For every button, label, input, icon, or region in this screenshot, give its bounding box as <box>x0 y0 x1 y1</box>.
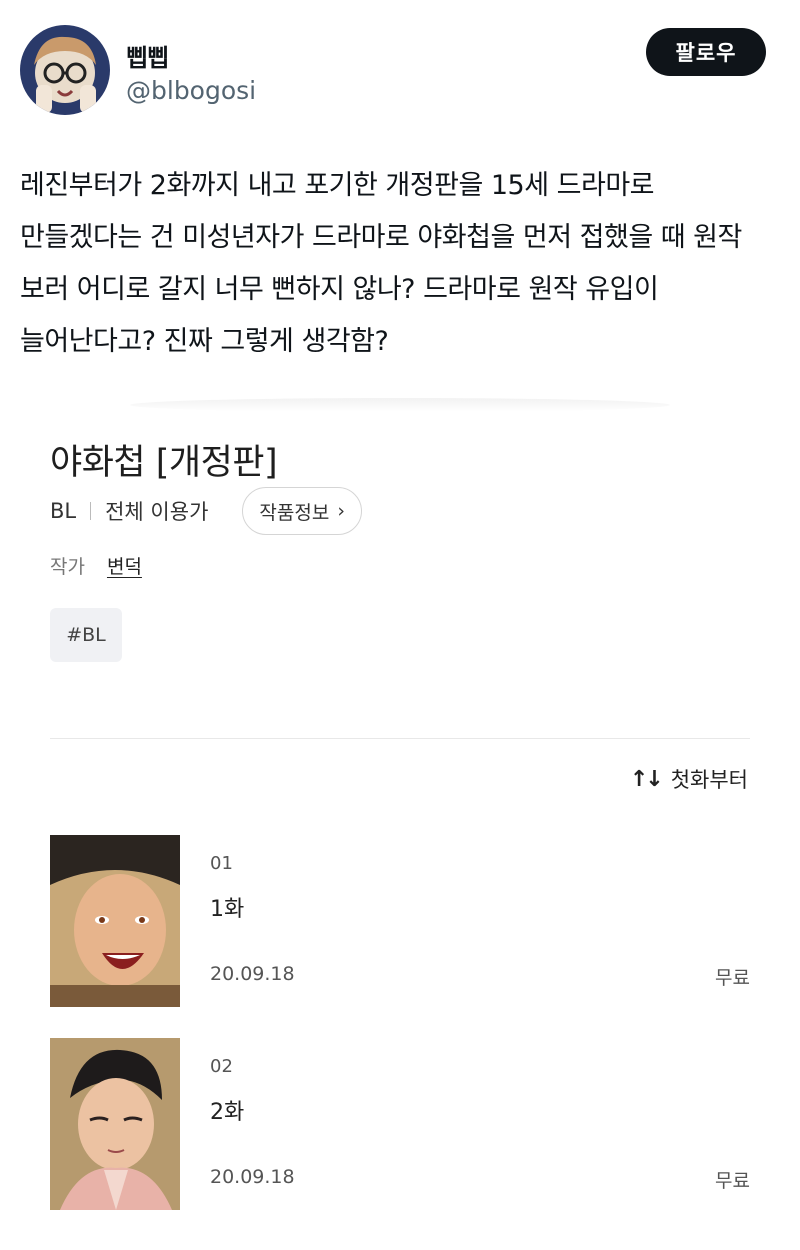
display-name[interactable]: 삡삡 <box>126 38 169 73</box>
episode-thumbnail <box>50 835 180 1007</box>
episode-price: 무료 <box>715 967 750 989</box>
episode-number: 02 <box>210 1056 233 1077</box>
episode-title: 1화 <box>210 897 245 922</box>
genre-label: BL <box>50 499 77 523</box>
episode-item[interactable]: 02 2화 20.09.18 무료 <box>50 1038 750 1210</box>
avatar[interactable] <box>20 25 110 115</box>
episode-thumbnail <box>50 1038 180 1210</box>
episode-number: 01 <box>210 853 233 874</box>
sort-toggle[interactable]: ↑↓ 첫화부터 <box>630 764 748 794</box>
comic-title: 야화첩 [개정판] <box>50 443 278 483</box>
genre-tag[interactable]: #BL <box>50 608 122 662</box>
author-link[interactable]: 변덕 <box>107 552 142 579</box>
work-info-label: 작품정보 <box>259 501 330 524</box>
section-divider <box>50 738 750 739</box>
work-info-button[interactable]: 작품정보 › <box>242 487 362 535</box>
age-rating-label: 전체 이용가 <box>105 500 209 524</box>
meta-divider <box>90 502 92 520</box>
comic-meta-row: BL 전체 이용가 작품정보 › <box>50 487 362 535</box>
embedded-screenshot: 야화첩 [개정판] BL 전체 이용가 작품정보 › 작가 변덕 #BL ↑↓ … <box>0 398 800 1250</box>
embed-shadow <box>130 398 670 412</box>
chevron-right-icon: › <box>337 500 345 522</box>
episode-price: 무료 <box>715 1170 750 1192</box>
follow-button[interactable]: 팔로우 <box>646 28 766 76</box>
tweet-text: 레진부터가 2화까지 내고 포기한 개정판을 15세 드라마로 만들겠다는 건 … <box>20 170 742 357</box>
user-handle[interactable]: @blbogosi <box>126 76 256 105</box>
author-row: 작가 변덕 <box>50 552 142 579</box>
episode-item[interactable]: 01 1화 20.09.18 무료 <box>50 835 750 1007</box>
sort-label: 첫화부터 <box>670 768 748 792</box>
episode-date: 20.09.18 <box>210 963 295 985</box>
episode-title: 2화 <box>210 1100 245 1125</box>
avatar-image <box>20 25 110 115</box>
author-label: 작가 <box>50 556 85 578</box>
episode-date: 20.09.18 <box>210 1166 295 1188</box>
sort-arrows-icon: ↑↓ <box>629 766 664 792</box>
